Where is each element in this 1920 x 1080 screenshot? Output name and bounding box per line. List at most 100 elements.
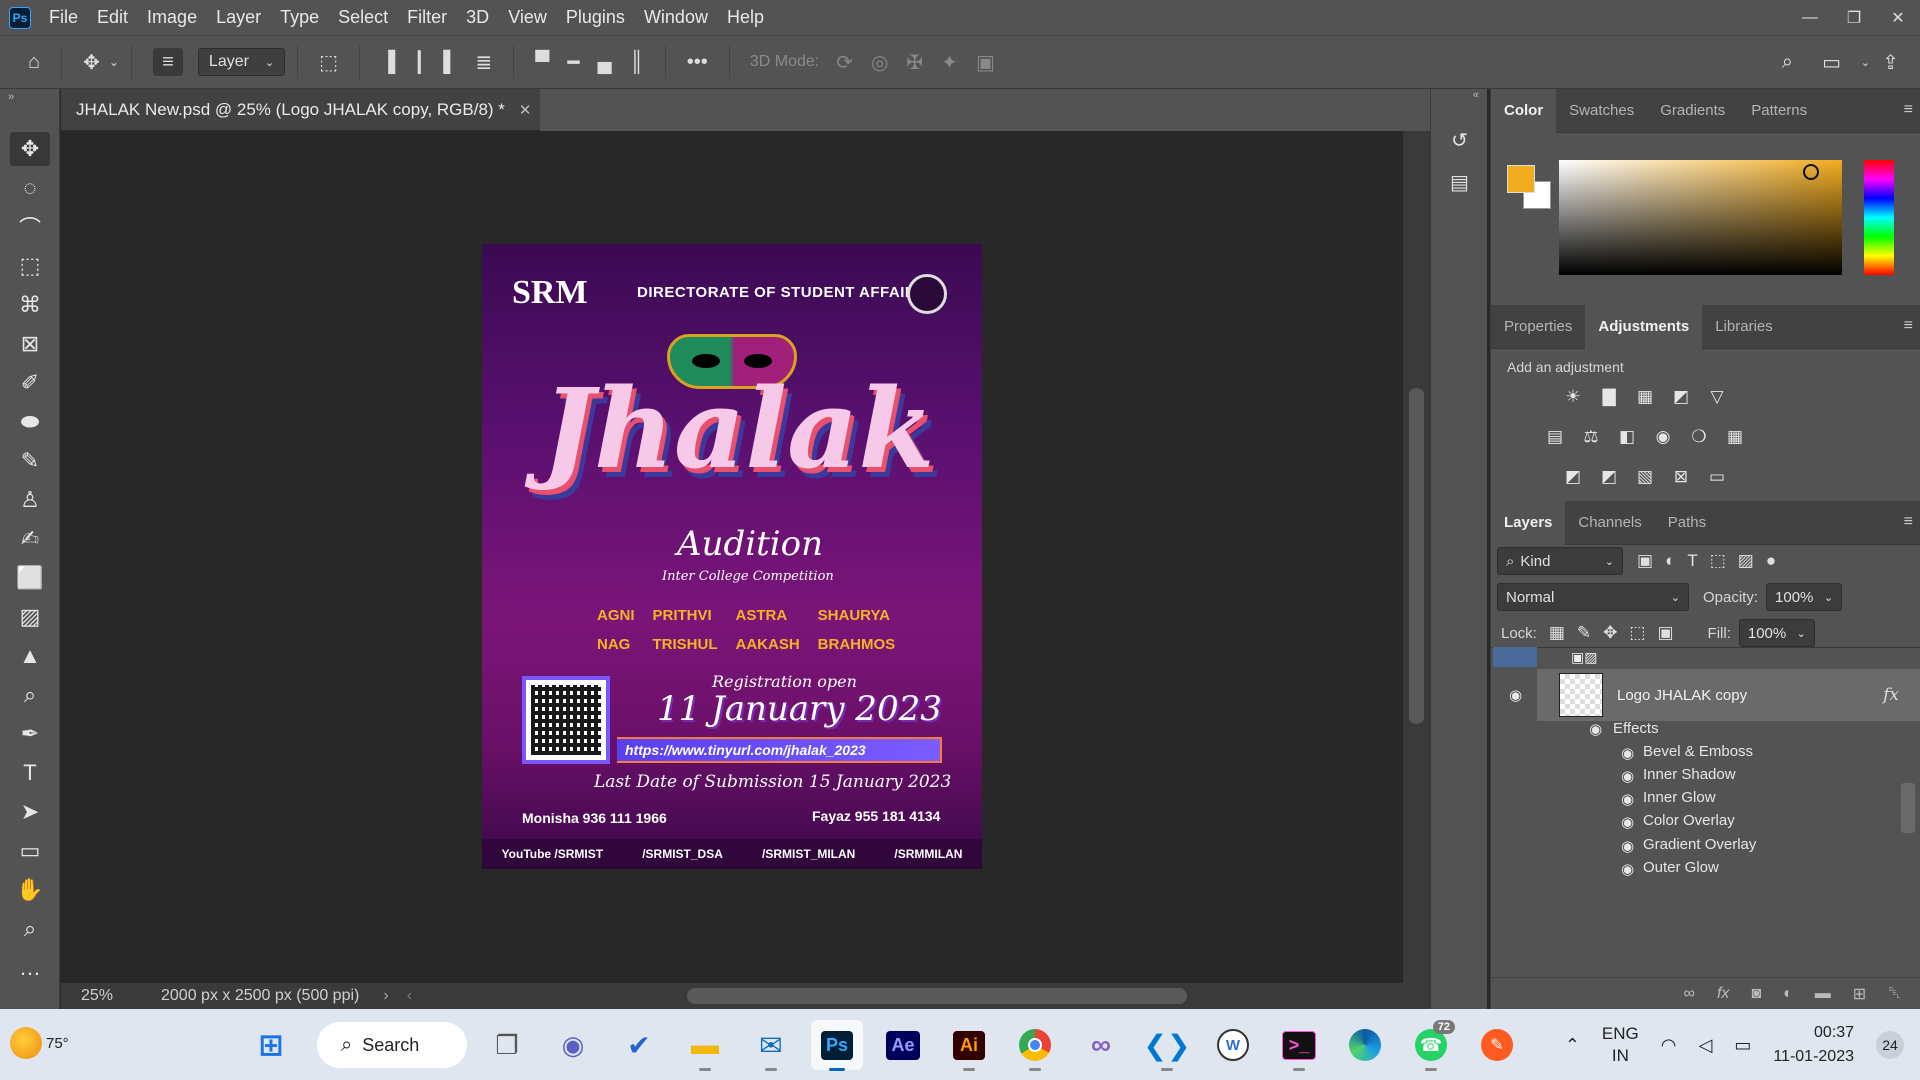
invert-icon[interactable]: ◩ bbox=[1561, 465, 1585, 489]
gradient-tool[interactable]: ▨ bbox=[0, 597, 60, 636]
posterize-icon[interactable]: ◩ bbox=[1597, 465, 1621, 489]
wifi-icon[interactable]: ◠ bbox=[1661, 1035, 1677, 1056]
lasso-tool[interactable]: ⌒ bbox=[0, 207, 60, 246]
lock-transparent-icon[interactable]: ▦ bbox=[1549, 623, 1565, 643]
terminal-icon[interactable]: >_ bbox=[1273, 1020, 1325, 1071]
mail-icon[interactable]: ✉ bbox=[745, 1020, 797, 1071]
transform-controls-icon[interactable]: ⬚ bbox=[319, 48, 338, 76]
link-icon[interactable]: ∞ bbox=[1684, 985, 1695, 1003]
color-lookup-icon[interactable]: ▦ bbox=[1723, 425, 1747, 449]
eye-icon[interactable]: ◉ bbox=[1589, 720, 1602, 738]
edge-icon[interactable] bbox=[1339, 1020, 1391, 1070]
document-info[interactable]: 2000 px x 2500 px (500 ppi) bbox=[161, 987, 359, 1005]
menu-file[interactable]: File bbox=[49, 7, 78, 28]
layers-scroll-thumb[interactable] bbox=[1901, 783, 1915, 833]
align-top-icon[interactable]: ▀ bbox=[535, 48, 549, 76]
hand-tool[interactable]: ✋ bbox=[0, 870, 60, 909]
app-w-icon[interactable]: W bbox=[1207, 1020, 1259, 1070]
move-tool-icon[interactable]: ✥ bbox=[83, 48, 100, 76]
eye-icon[interactable]: ◉ bbox=[1621, 860, 1634, 878]
align-bottom-icon[interactable]: ▄ bbox=[597, 48, 611, 76]
taskbar-search[interactable]: ⌕ Search bbox=[317, 1022, 467, 1068]
levels-icon[interactable]: ▇ bbox=[1597, 385, 1621, 409]
effect-item[interactable]: Inner Glow bbox=[1643, 789, 1716, 806]
eye-icon[interactable]: ◉ bbox=[1621, 813, 1634, 831]
black-white-icon[interactable]: ◧ bbox=[1615, 425, 1639, 449]
move-tool[interactable]: ✥ bbox=[0, 129, 60, 168]
eye-icon[interactable]: ◉ bbox=[1621, 790, 1634, 808]
menu-image[interactable]: Image bbox=[147, 7, 197, 28]
collapse-icon[interactable]: « bbox=[1431, 89, 1487, 119]
lock-all-icon[interactable]: ▣ bbox=[1657, 623, 1673, 643]
fx-icon[interactable]: fx bbox=[1717, 985, 1729, 1003]
task-view-icon[interactable]: ❐ bbox=[481, 1020, 533, 1070]
tab-gradients[interactable]: Gradients bbox=[1647, 89, 1738, 133]
eye-icon[interactable]: ◉ bbox=[1509, 686, 1522, 704]
distribute-icon[interactable]: ≣ bbox=[475, 48, 492, 76]
teams-chat-icon[interactable]: ◉ bbox=[547, 1020, 599, 1070]
layer-logo-jhalak-copy[interactable]: Logo JHALAK copy fx bbox=[1537, 669, 1920, 721]
history-brush-tool[interactable]: ✍ bbox=[0, 519, 60, 558]
chevron-up-icon[interactable]: ⌃ bbox=[1565, 1035, 1580, 1056]
poster-artwork[interactable]: SRM DIRECTORATE OF STUDENT AFFAIRS Jhala… bbox=[482, 244, 982, 869]
channel-mixer-icon[interactable]: ❍ bbox=[1687, 425, 1711, 449]
filter-smart-object-icon[interactable]: ▨ bbox=[1738, 551, 1754, 571]
history-icon[interactable]: ↺ bbox=[1431, 119, 1488, 161]
auto-select-dropdown[interactable]: Layer ⌄ bbox=[197, 48, 286, 76]
rectangle-tool[interactable]: ▭ bbox=[0, 831, 60, 870]
eye-icon[interactable]: ◉ bbox=[1621, 767, 1634, 785]
chevron-down-icon[interactable]: ⌄ bbox=[109, 48, 119, 76]
start-button[interactable]: ⊞ bbox=[245, 1020, 297, 1070]
chevron-down-icon[interactable]: ⌄ bbox=[1861, 48, 1870, 76]
menu-view[interactable]: View bbox=[508, 7, 547, 28]
app-pen-icon[interactable]: ✎ bbox=[1471, 1020, 1523, 1070]
horizontal-scrollbar[interactable] bbox=[687, 988, 1187, 1004]
lock-image-icon[interactable]: ✎ bbox=[1577, 623, 1591, 643]
close-tab-icon[interactable]: ✕ bbox=[519, 101, 532, 119]
notification-count[interactable]: 24 bbox=[1876, 1031, 1904, 1059]
color-balance-icon[interactable]: ⚖ bbox=[1579, 425, 1603, 449]
crop-tool[interactable]: ⌘ bbox=[0, 285, 60, 324]
folder-icon[interactable]: ▬ bbox=[1815, 985, 1831, 1003]
search-icon[interactable]: ⌕ bbox=[1782, 48, 1793, 76]
eye-icon[interactable]: ◉ bbox=[1621, 837, 1634, 855]
weather-widget[interactable]: 75° bbox=[10, 1027, 69, 1059]
gradient-map-icon[interactable]: ▭ bbox=[1705, 465, 1729, 489]
menu-filter[interactable]: Filter bbox=[407, 7, 447, 28]
marquee-tool[interactable]: ◌ bbox=[0, 168, 60, 207]
3d-slide-icon[interactable]: ✦ bbox=[941, 48, 958, 76]
pen-tool[interactable]: ✒ bbox=[0, 714, 60, 753]
healing-tool[interactable]: ⬬ bbox=[0, 402, 60, 441]
vscode-icon[interactable]: ❮❯ bbox=[1141, 1020, 1193, 1071]
minimize-icon[interactable]: — bbox=[1788, 0, 1832, 35]
battery-icon[interactable]: ▭ bbox=[1734, 1035, 1751, 1056]
filter-shape-icon[interactable]: ⬚ bbox=[1710, 551, 1726, 571]
frame-tool[interactable]: ⊠ bbox=[0, 324, 60, 363]
align-left-icon[interactable]: ▐ bbox=[381, 48, 395, 76]
tab-patterns[interactable]: Patterns bbox=[1738, 89, 1820, 133]
menu-select[interactable]: Select bbox=[338, 7, 388, 28]
vertical-scrollbar[interactable] bbox=[1403, 131, 1430, 983]
whatsapp-icon[interactable]: ☎ 72 bbox=[1405, 1020, 1457, 1071]
menu-plugins[interactable]: Plugins bbox=[566, 7, 625, 28]
after-effects-taskbar-icon[interactable]: Ae bbox=[877, 1020, 929, 1070]
hue-slider[interactable] bbox=[1864, 160, 1894, 275]
more-options-icon[interactable]: ••• bbox=[687, 48, 708, 76]
menu-layer[interactable]: Layer bbox=[216, 7, 261, 28]
menu-edit[interactable]: Edit bbox=[97, 7, 128, 28]
menu-3d[interactable]: 3D bbox=[466, 7, 489, 28]
dodge-tool[interactable]: ⌕ bbox=[0, 675, 60, 714]
home-icon[interactable]: ⌂ bbox=[28, 48, 40, 76]
fx-icon[interactable]: fx bbox=[1883, 685, 1899, 705]
blend-mode-dropdown[interactable]: Normal ⌄ bbox=[1497, 583, 1689, 611]
workspace-icon[interactable]: ▭ bbox=[1822, 48, 1841, 76]
effect-item[interactable]: Color Overlay bbox=[1643, 812, 1735, 829]
3d-camera-icon[interactable]: ▣ bbox=[976, 48, 995, 76]
3d-drag-icon[interactable]: ✠ bbox=[906, 48, 923, 76]
align-right-icon[interactable]: ▌ bbox=[443, 48, 457, 76]
file-explorer-icon[interactable]: ▬ bbox=[679, 1020, 731, 1071]
visual-studio-icon[interactable]: ∞ bbox=[1075, 1020, 1127, 1070]
effect-item[interactable]: Gradient Overlay bbox=[1643, 836, 1756, 853]
lock-position-icon[interactable]: ✥ bbox=[1603, 623, 1617, 643]
filter-kind-dropdown[interactable]: ⌕ Kind ⌄ bbox=[1497, 547, 1623, 575]
